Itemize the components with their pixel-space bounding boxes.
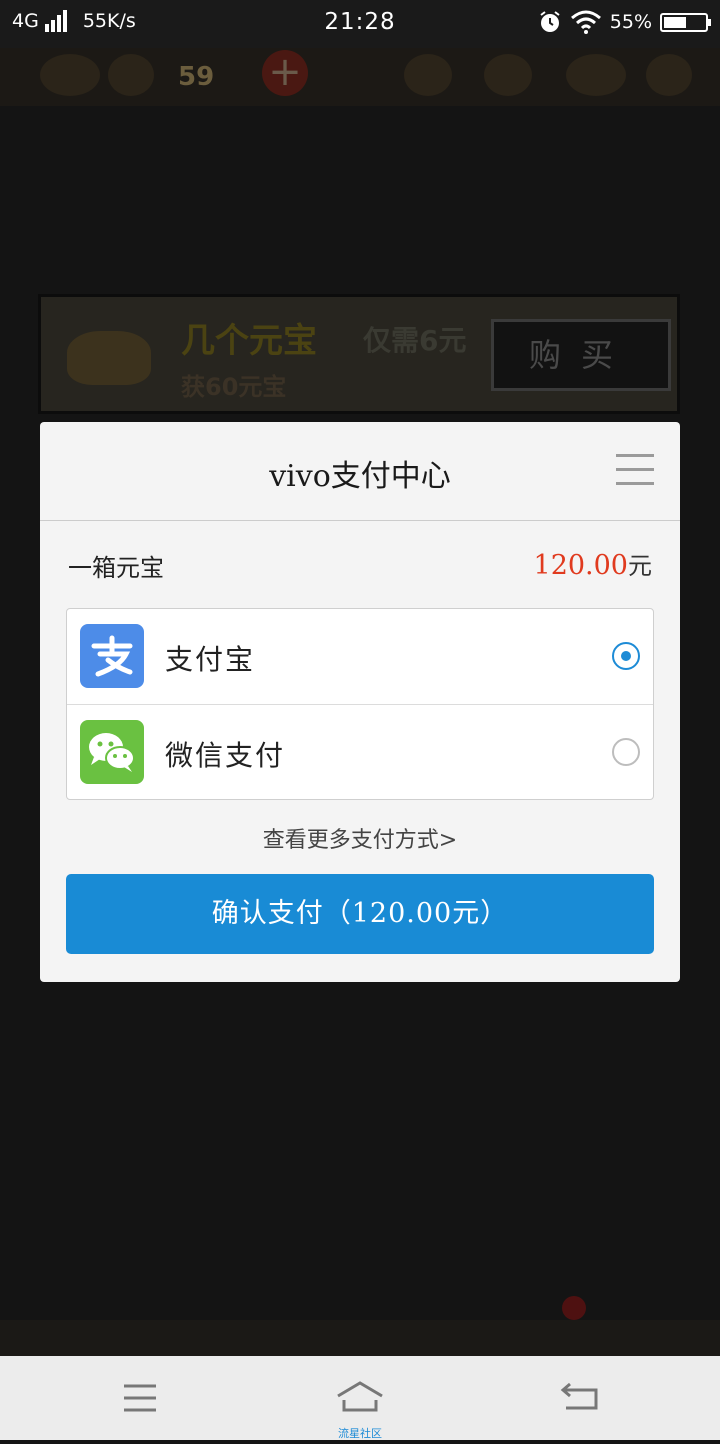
nav-home-label: 流星社区 <box>338 1427 382 1440</box>
plus-icon: + <box>262 50 308 96</box>
battery-percent: 55% <box>609 11 652 33</box>
payment-method-alipay[interactable]: 支付宝 <box>67 609 653 705</box>
battery-icon <box>660 12 711 32</box>
radio-alipay[interactable] <box>612 642 640 670</box>
shop-item-name: 几个元宝 <box>181 321 317 361</box>
payment-method-wechat[interactable]: 微信支付 <box>67 705 653 800</box>
shop-item-price: 仅需6元 <box>363 324 467 357</box>
system-nav-bar: 流星社区 <box>0 1356 720 1440</box>
nav-back-button[interactable] <box>520 1356 640 1440</box>
dialog-title: vivo支付中心 <box>269 459 451 494</box>
shop-row: 几个元宝 仅需6元 获60元宝 购买 <box>38 294 680 414</box>
game-top-bar: 59 + <box>0 48 720 106</box>
radio-wechat[interactable] <box>612 738 640 766</box>
status-right: 55% <box>538 10 711 34</box>
buy-button: 购买 <box>491 319 671 391</box>
payment-dialog: vivo支付中心 一箱元宝 120.00元 支付宝 微信支付 查看更多支付方式>… <box>40 422 680 982</box>
wifi-icon <box>570 10 601 34</box>
more-payment-methods-link[interactable]: 查看更多支付方式> <box>40 822 680 854</box>
dialog-menu-button[interactable] <box>616 452 656 488</box>
ingot-icon <box>67 331 151 385</box>
payment-method-label: 微信支付 <box>165 739 286 772</box>
shop-item-sub: 获60元宝 <box>181 373 287 401</box>
status-bar: 4G 55K/s 21:28 55% <box>0 0 720 48</box>
dialog-header: vivo支付中心 <box>40 422 680 521</box>
payment-methods: 支付宝 微信支付 <box>66 608 654 800</box>
wechat-icon <box>80 720 144 784</box>
nav-menu-button[interactable] <box>80 1356 200 1440</box>
alipay-icon <box>80 624 144 688</box>
game-counter: 59 <box>178 62 215 92</box>
back-icon <box>560 1382 598 1410</box>
price-unit: 元 <box>628 552 652 580</box>
confirm-payment-button[interactable]: 确认支付（120.00元） <box>66 874 654 954</box>
payment-method-label: 支付宝 <box>165 643 256 676</box>
alarm-icon <box>540 11 560 32</box>
nav-home-button[interactable]: 流星社区 <box>300 1356 420 1440</box>
game-bottom-bar <box>0 1296 720 1356</box>
item-name: 一箱元宝 <box>68 554 164 582</box>
item-price: 120.00元 <box>534 546 652 581</box>
order-summary: 一箱元宝 120.00元 <box>68 546 652 582</box>
menu-icon <box>124 1384 156 1412</box>
price-amount: 120.00 <box>533 550 628 581</box>
